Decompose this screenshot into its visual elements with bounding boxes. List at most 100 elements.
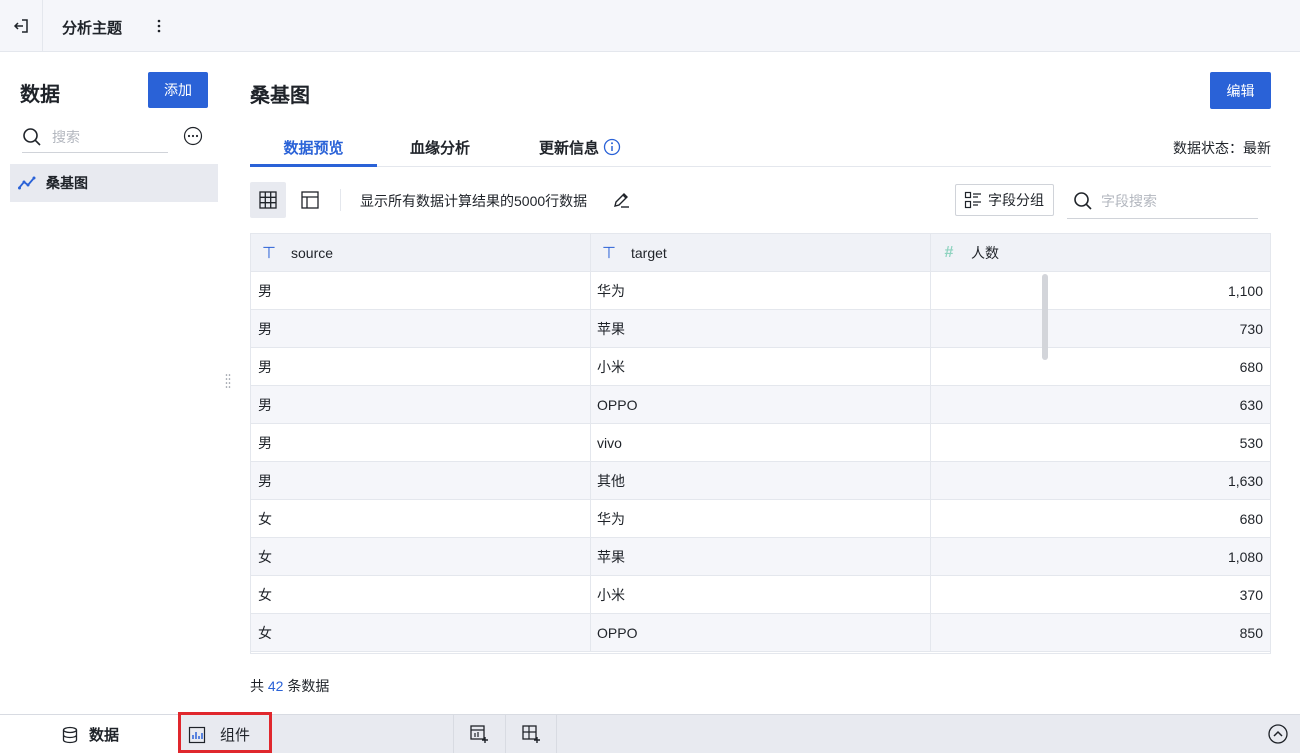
column-header-target[interactable]: ⊤ target (591, 234, 931, 272)
database-icon (62, 726, 78, 743)
cell-source: 男 (251, 272, 591, 310)
cell-source: 女 (251, 576, 591, 614)
tab-data-preview[interactable]: 数据预览 (250, 128, 377, 167)
text-type-icon: ⊤ (262, 245, 276, 262)
info-icon (603, 138, 621, 156)
cell-count: 1,080 (1227, 549, 1263, 565)
table-row: 男 华为 1,100 (251, 272, 1270, 310)
cell-source: 男 (251, 386, 591, 424)
cell-count: 1,100 (1227, 283, 1263, 299)
field-group-icon (964, 191, 981, 209)
exit-button[interactable] (0, 0, 43, 51)
cell-target: OPPO (591, 386, 931, 424)
add-dashboard-icon (470, 725, 488, 743)
cell-source: 男 (251, 462, 591, 500)
table-header: ⊤ source ⊤ target # 人数 (251, 234, 1270, 272)
cell-source: 男 (251, 424, 591, 462)
line-chart-icon (18, 176, 36, 190)
cell-target: OPPO (591, 614, 931, 652)
cell-count: 530 (1239, 435, 1263, 451)
tab-update-info-label: 更新信息 (538, 139, 599, 157)
tab-update-info[interactable]: 更新信息 (530, 128, 630, 166)
add-story-button[interactable] (518, 721, 544, 747)
more-options-icon[interactable] (183, 126, 203, 146)
table-row: 男 OPPO 630 (251, 386, 1270, 424)
search-icon (23, 128, 41, 146)
cell-target: 苹果 (591, 538, 931, 576)
toolbar-divider (340, 189, 341, 211)
page-title: 桑基图 (250, 85, 310, 107)
cell-target: 华为 (591, 272, 931, 310)
data-preview-table: ⊤ source ⊤ target # 人数 男 华为 1,100 男 苹果 7… (250, 233, 1271, 654)
sidebar-item-label: 桑基图 (46, 175, 88, 191)
add-button[interactable]: 添加 (148, 72, 208, 108)
highlight-box (178, 712, 272, 753)
layout-icon (301, 191, 319, 209)
grid-view-button[interactable] (250, 182, 286, 218)
cell-source: 女 (251, 538, 591, 576)
cell-count: 680 (1239, 511, 1263, 527)
cell-target: 小米 (591, 576, 931, 614)
cell-count: 730 (1239, 321, 1263, 337)
cell-count: 1,630 (1227, 473, 1263, 489)
table-row: 男 小米 680 (251, 348, 1270, 386)
top-bar: 分析主题 (0, 0, 1300, 52)
row-count-summary: 共 42 条数据 (250, 678, 330, 694)
cell-source: 男 (251, 310, 591, 348)
table-row: 男 苹果 730 (251, 310, 1270, 348)
tab-lineage[interactable]: 血缘分析 (390, 128, 490, 166)
add-dashboard-button[interactable] (466, 721, 492, 747)
cell-target: 苹果 (591, 310, 931, 348)
bottom-tab-data[interactable]: 数据 (0, 715, 180, 753)
edit-button[interactable]: 编辑 (1210, 72, 1271, 109)
field-group-button[interactable]: 字段分组 (955, 184, 1054, 216)
cell-count: 630 (1239, 397, 1263, 413)
table-row: 女 小米 370 (251, 576, 1270, 614)
table-row: 男 其他 1,630 (251, 462, 1270, 500)
table-row: 女 OPPO 850 (251, 614, 1270, 652)
cell-source: 男 (251, 348, 591, 386)
search-placeholder: 搜索 (52, 129, 80, 145)
vertical-dots-icon (157, 19, 161, 33)
column-header-count[interactable]: # 人数 (931, 234, 1270, 272)
bottom-divider (505, 715, 506, 753)
table-scrollbar[interactable] (1042, 274, 1048, 360)
cell-target: vivo (591, 424, 931, 462)
number-type-icon: # (944, 244, 954, 261)
more-menu-button[interactable] (151, 14, 167, 38)
edit-pencil-icon[interactable] (612, 191, 630, 209)
cell-target: 小米 (591, 348, 931, 386)
layout-view-button[interactable] (292, 182, 328, 218)
sidebar-search-input[interactable]: 搜索 (22, 122, 168, 153)
tab-bar: 数据预览 血缘分析 更新信息 数据状态：最新 (250, 128, 1271, 167)
subject-title: 分析主题 (62, 20, 123, 37)
row-count-number: 42 (267, 678, 284, 694)
text-type-icon: ⊤ (602, 245, 616, 262)
search-icon (1074, 192, 1092, 210)
collapse-panel-icon[interactable] (1267, 723, 1289, 745)
field-search-input[interactable]: 字段搜索 (1067, 184, 1258, 219)
data-status: 数据状态：最新 (1173, 140, 1271, 156)
table-row: 男 vivo 530 (251, 424, 1270, 462)
resize-handle[interactable] (225, 373, 231, 389)
sidebar-heading: 数据 (20, 84, 60, 106)
bottom-divider (453, 715, 454, 753)
sidebar-item-sankey[interactable]: 桑基图 (10, 164, 218, 202)
main-panel: 桑基图 编辑 数据预览 血缘分析 更新信息 数据状态：最新 显示所有数据计算结果… (232, 52, 1300, 714)
bottom-tab-data-label: 数据 (88, 727, 119, 744)
cell-count: 680 (1239, 359, 1263, 375)
table-row: 女 苹果 1,080 (251, 538, 1270, 576)
cell-source: 女 (251, 500, 591, 538)
cell-count: 850 (1239, 625, 1263, 641)
row-limit-text: 显示所有数据计算结果的5000行数据 (360, 193, 588, 209)
exit-icon (13, 18, 28, 33)
preview-toolbar: 显示所有数据计算结果的5000行数据 字段分组 字段搜索 (250, 182, 1271, 219)
bottom-divider (556, 715, 557, 753)
table-row: 女 华为 680 (251, 500, 1270, 538)
add-story-icon (522, 725, 540, 743)
cell-target: 其他 (591, 462, 931, 500)
field-search-placeholder: 字段搜索 (1101, 193, 1157, 209)
data-sidebar: 数据 添加 搜索 桑基图 (0, 52, 230, 714)
column-header-source[interactable]: ⊤ source (251, 234, 591, 272)
cell-source: 女 (251, 614, 591, 652)
